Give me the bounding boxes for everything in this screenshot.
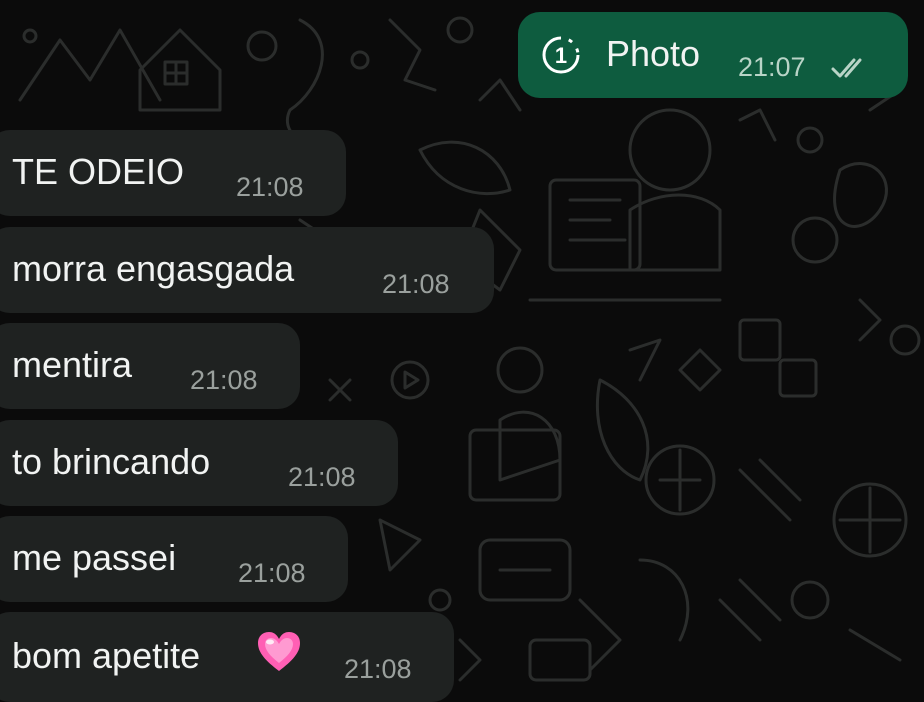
message-time: 21:08 [190,365,258,395]
message-text: bom apetite [12,635,201,676]
message-time: 21:08 [382,269,450,299]
message-text: TE ODEIO [12,151,185,192]
incoming-message-bubble[interactable]: mentira 21:08 [0,323,300,409]
heart-emoji [258,632,300,671]
photo-label: Photo [606,33,701,74]
message-time: 21:08 [344,654,412,684]
message-text: morra engasgada [12,248,295,289]
message-time: 21:07 [738,52,806,82]
view-once-glyph: 1 [555,43,567,68]
incoming-message-bubble[interactable]: to brincando 21:08 [0,420,398,506]
incoming-message-bubble[interactable]: morra engasgada 21:08 [0,227,494,313]
chat-conversation[interactable]: 1 Photo 21:07 TE ODEIO 21:08 morra engas… [0,0,924,702]
message-text: me passei [12,537,177,578]
message-time: 21:08 [236,172,304,202]
message-text: mentira [12,344,133,385]
view-once-icon: 1 [542,36,580,74]
incoming-message-bubble[interactable]: bom apetite 21:08 [0,612,454,702]
message-time: 21:08 [288,462,356,492]
incoming-message-bubble[interactable]: me passei 21:08 [0,516,348,602]
incoming-message-bubble[interactable]: TE ODEIO 21:08 [0,130,346,216]
message-time: 21:08 [238,558,306,588]
double-check-read-icon [831,58,862,78]
message-text: to brincando [12,441,211,482]
outgoing-photo-bubble[interactable]: 1 Photo 21:07 [518,12,908,98]
